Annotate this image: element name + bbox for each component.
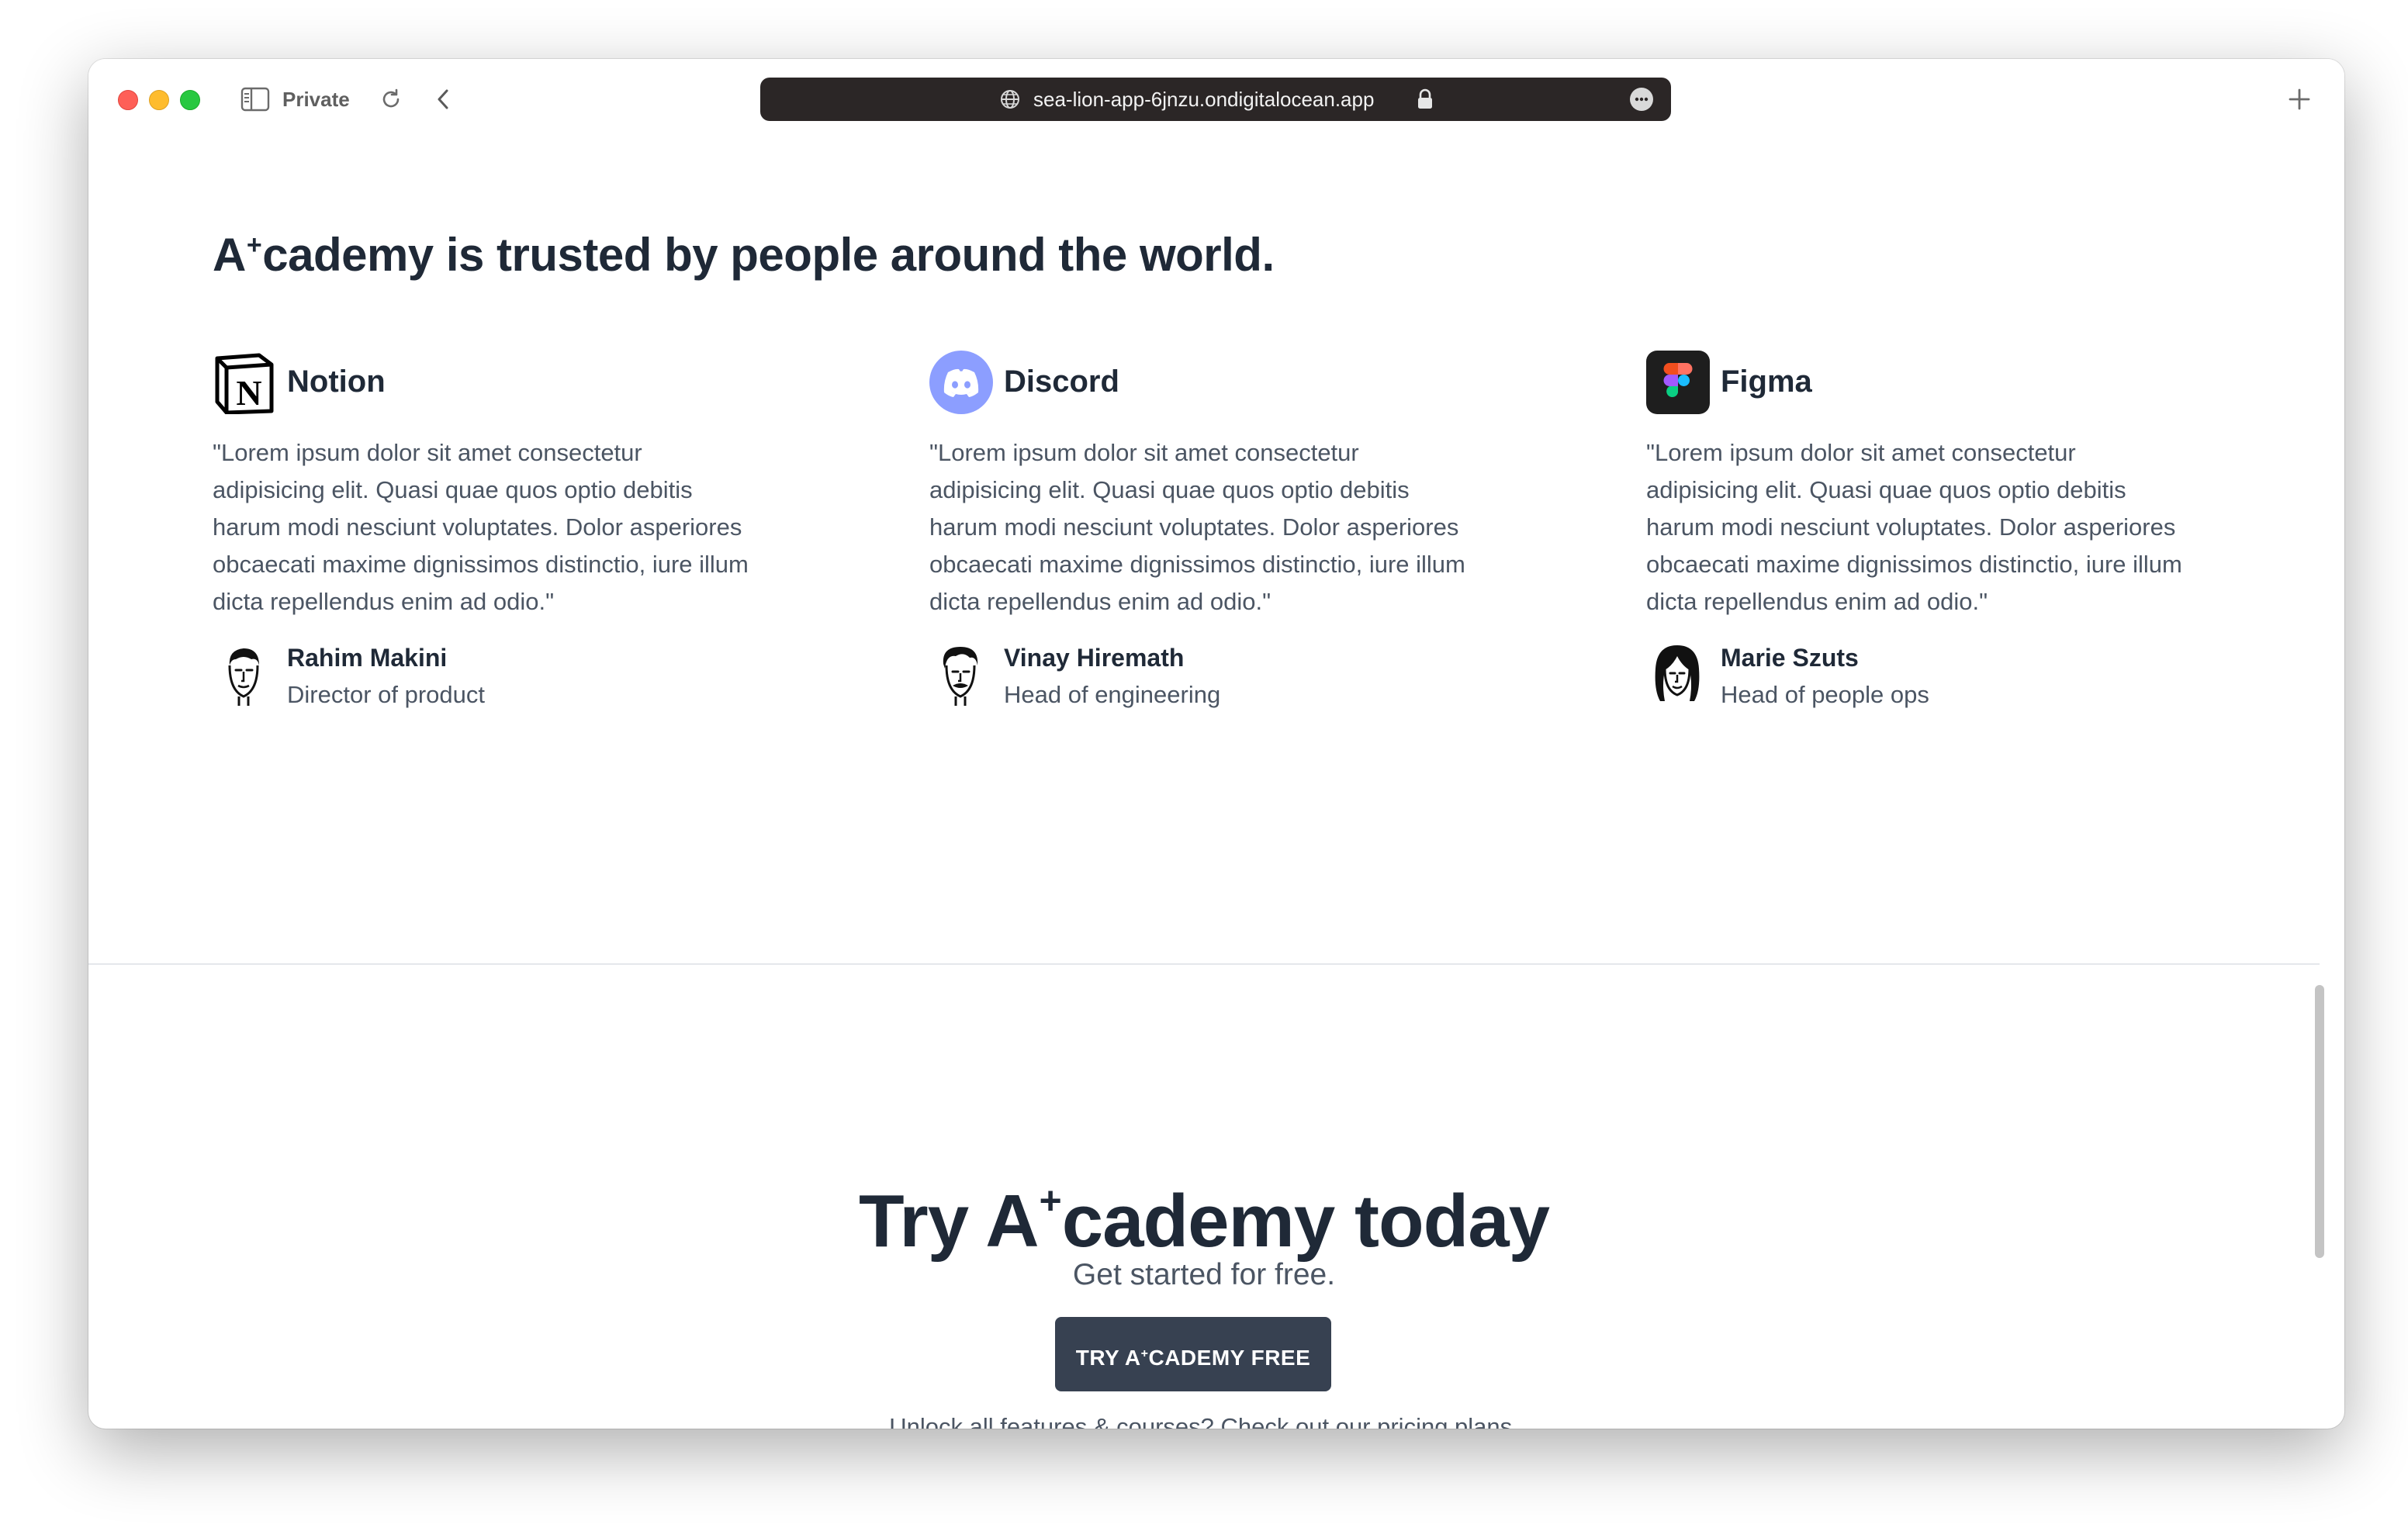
testimonial-card-discord: Discord "Lorem ipsum dolor sit amet cons…: [929, 351, 1503, 714]
author-name: Vinay Hiremath: [1004, 644, 1185, 672]
notion-logo-icon: N: [215, 353, 274, 414]
try-free-button[interactable]: TRY A+CADEMY FREE: [1055, 1317, 1331, 1391]
testimonial-quote: "Lorem ipsum dolor sit amet consectetur …: [929, 439, 1465, 615]
sidebar-toggle-icon[interactable]: [240, 87, 270, 112]
private-browsing-label: Private: [282, 88, 350, 111]
close-window-button[interactable]: [118, 90, 138, 110]
testimonial-quote: "Lorem ipsum dolor sit amet consectetur …: [213, 439, 749, 615]
scrollbar-thumb[interactable]: [2315, 985, 2324, 1258]
address-bar[interactable]: sea-lion-app-6jnzu.ondigitalocean.app: [760, 78, 1671, 121]
zoom-window-button[interactable]: [180, 90, 200, 110]
company-name: Figma: [1721, 365, 1812, 399]
company-name: Notion: [287, 365, 386, 399]
testimonial-card-notion: N Notion "Lorem ipsum dolor sit amet con…: [213, 351, 787, 714]
figma-logo-icon: [1646, 351, 1710, 414]
author-role: Head of engineering: [1004, 681, 1221, 708]
back-arrow-icon[interactable]: [430, 85, 458, 113]
pricing-plans-note[interactable]: Unlock all features & courses? Check out…: [88, 1408, 2320, 1429]
vertical-scrollbar[interactable]: [2312, 202, 2327, 1429]
author-name: Marie Szuts: [1721, 644, 1859, 672]
cta-subtitle: Get started for free.: [1072, 1258, 1336, 1291]
avatar: [1655, 645, 1700, 701]
author-name: Rahim Makini: [287, 644, 448, 672]
author-role: Director of product: [287, 681, 485, 708]
lock-icon: [1418, 88, 1432, 109]
reload-icon[interactable]: [377, 85, 405, 113]
minimize-window-button[interactable]: [149, 90, 169, 110]
globe-icon: [1001, 90, 1019, 109]
testimonial-card-figma: Figma "Lorem ipsum dolor sit amet consec…: [1646, 351, 2220, 714]
avatar: [228, 648, 259, 706]
section-divider: [88, 963, 2320, 965]
testimonial-author: Marie Szuts Head of people ops: [1646, 639, 2220, 714]
author-role: Head of people ops: [1721, 681, 1929, 708]
discord-logo-icon: [929, 351, 993, 414]
url-text[interactable]: sea-lion-app-6jnzu.ondigitalocean.app: [1033, 78, 1374, 121]
testimonial-quote: "Lorem ipsum dolor sit amet consectetur …: [1646, 439, 2182, 615]
avatar: [943, 647, 978, 706]
svg-text:N: N: [236, 373, 261, 413]
browser-toolbar: Private sea-lion-app-6jnzu.ondigitalocea…: [88, 59, 2344, 140]
testimonial-author: Rahim Makini Director of product: [213, 639, 787, 714]
testimonial-author: Vinay Hiremath Head of engineering: [929, 639, 1503, 714]
cta-title: Try A+cademy today: [859, 1179, 1550, 1263]
page-content: A+cademy is trusted by people around the…: [88, 140, 2344, 1429]
testimonials-heading: A+cademy is trusted by people around the…: [213, 229, 1275, 281]
more-options-icon[interactable]: [1629, 87, 1654, 112]
new-tab-plus-icon[interactable]: [2284, 84, 2315, 115]
company-name: Discord: [1004, 365, 1119, 399]
browser-window: Private sea-lion-app-6jnzu.ondigitalocea…: [88, 59, 2344, 1429]
